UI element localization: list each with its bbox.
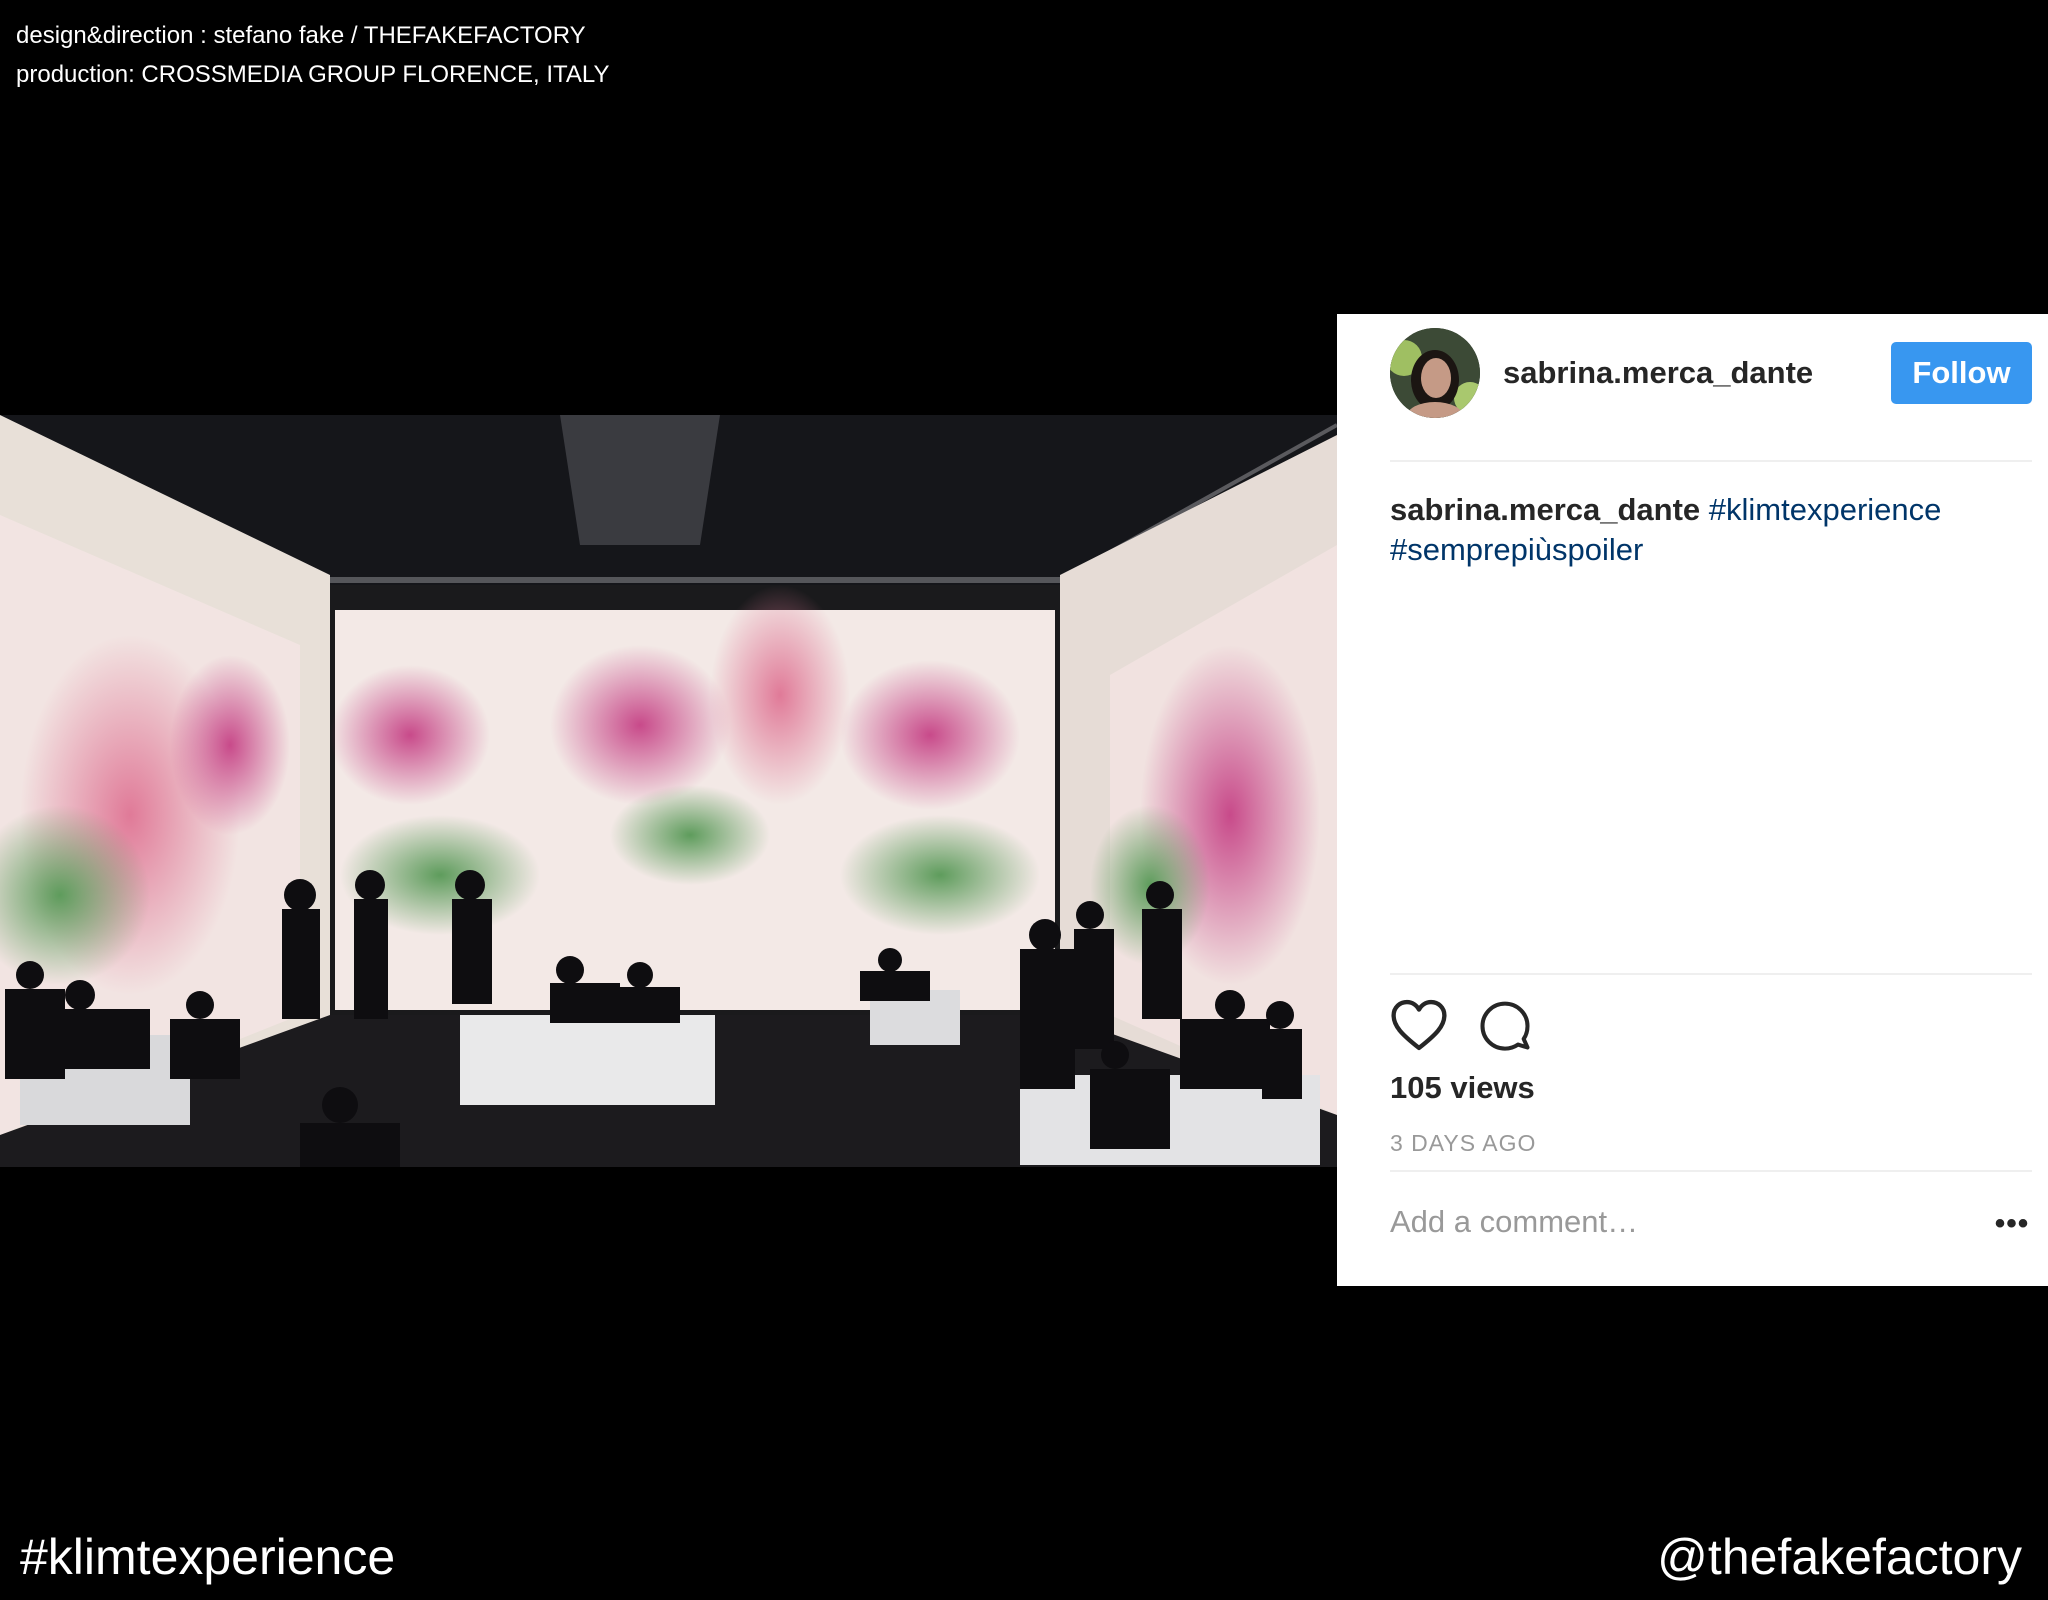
- footer-hashtag: #klimtexperience: [20, 1529, 396, 1585]
- footer-handle: @thefakefactory: [1657, 1529, 2022, 1585]
- caption-username[interactable]: sabrina.merca_dante: [1390, 492, 1700, 527]
- credits: design&direction : stefano fake / THEFAK…: [16, 16, 610, 94]
- credits-direction: design&direction : stefano fake / THEFAK…: [16, 22, 586, 49]
- caption-hashtag-semprepiuspoiler[interactable]: #semprepiùspoiler: [1390, 532, 1643, 567]
- avatar[interactable]: [1390, 328, 1480, 418]
- avatar-image: [1390, 328, 1480, 418]
- post-header: sabrina.merca_dante Follow: [1390, 328, 2032, 418]
- page: design&direction : stefano fake / THEFAK…: [0, 0, 2048, 1600]
- post-actions: [1390, 998, 1532, 1052]
- more-options-icon[interactable]: •••: [1992, 1204, 2032, 1244]
- follow-button[interactable]: Follow: [1891, 342, 2032, 404]
- heart-icon[interactable]: [1390, 998, 1448, 1052]
- post-username[interactable]: sabrina.merca_dante: [1503, 355, 1813, 391]
- comment-icon[interactable]: [1478, 998, 1532, 1052]
- comment-input[interactable]: [1390, 1204, 1930, 1240]
- post-timestamp[interactable]: 3 DAYS AGO: [1390, 1130, 1536, 1157]
- caption-hashtag-klimtexperience[interactable]: #klimtexperience: [1709, 492, 1942, 527]
- exhibition-room-image: [0, 415, 1337, 1167]
- comment-divider: [1390, 1170, 2032, 1172]
- instagram-post-card: sabrina.merca_dante Follow sabrina.merca…: [1337, 314, 2048, 1286]
- actions-divider: [1390, 973, 2032, 975]
- post-photo[interactable]: [0, 415, 1337, 1167]
- view-count[interactable]: 105 views: [1390, 1070, 1535, 1106]
- credits-production: production: CROSSMEDIA GROUP FLORENCE, I…: [16, 61, 610, 88]
- post-caption: sabrina.merca_dante #klimtexperience #se…: [1390, 490, 2010, 570]
- header-divider: [1390, 460, 2032, 462]
